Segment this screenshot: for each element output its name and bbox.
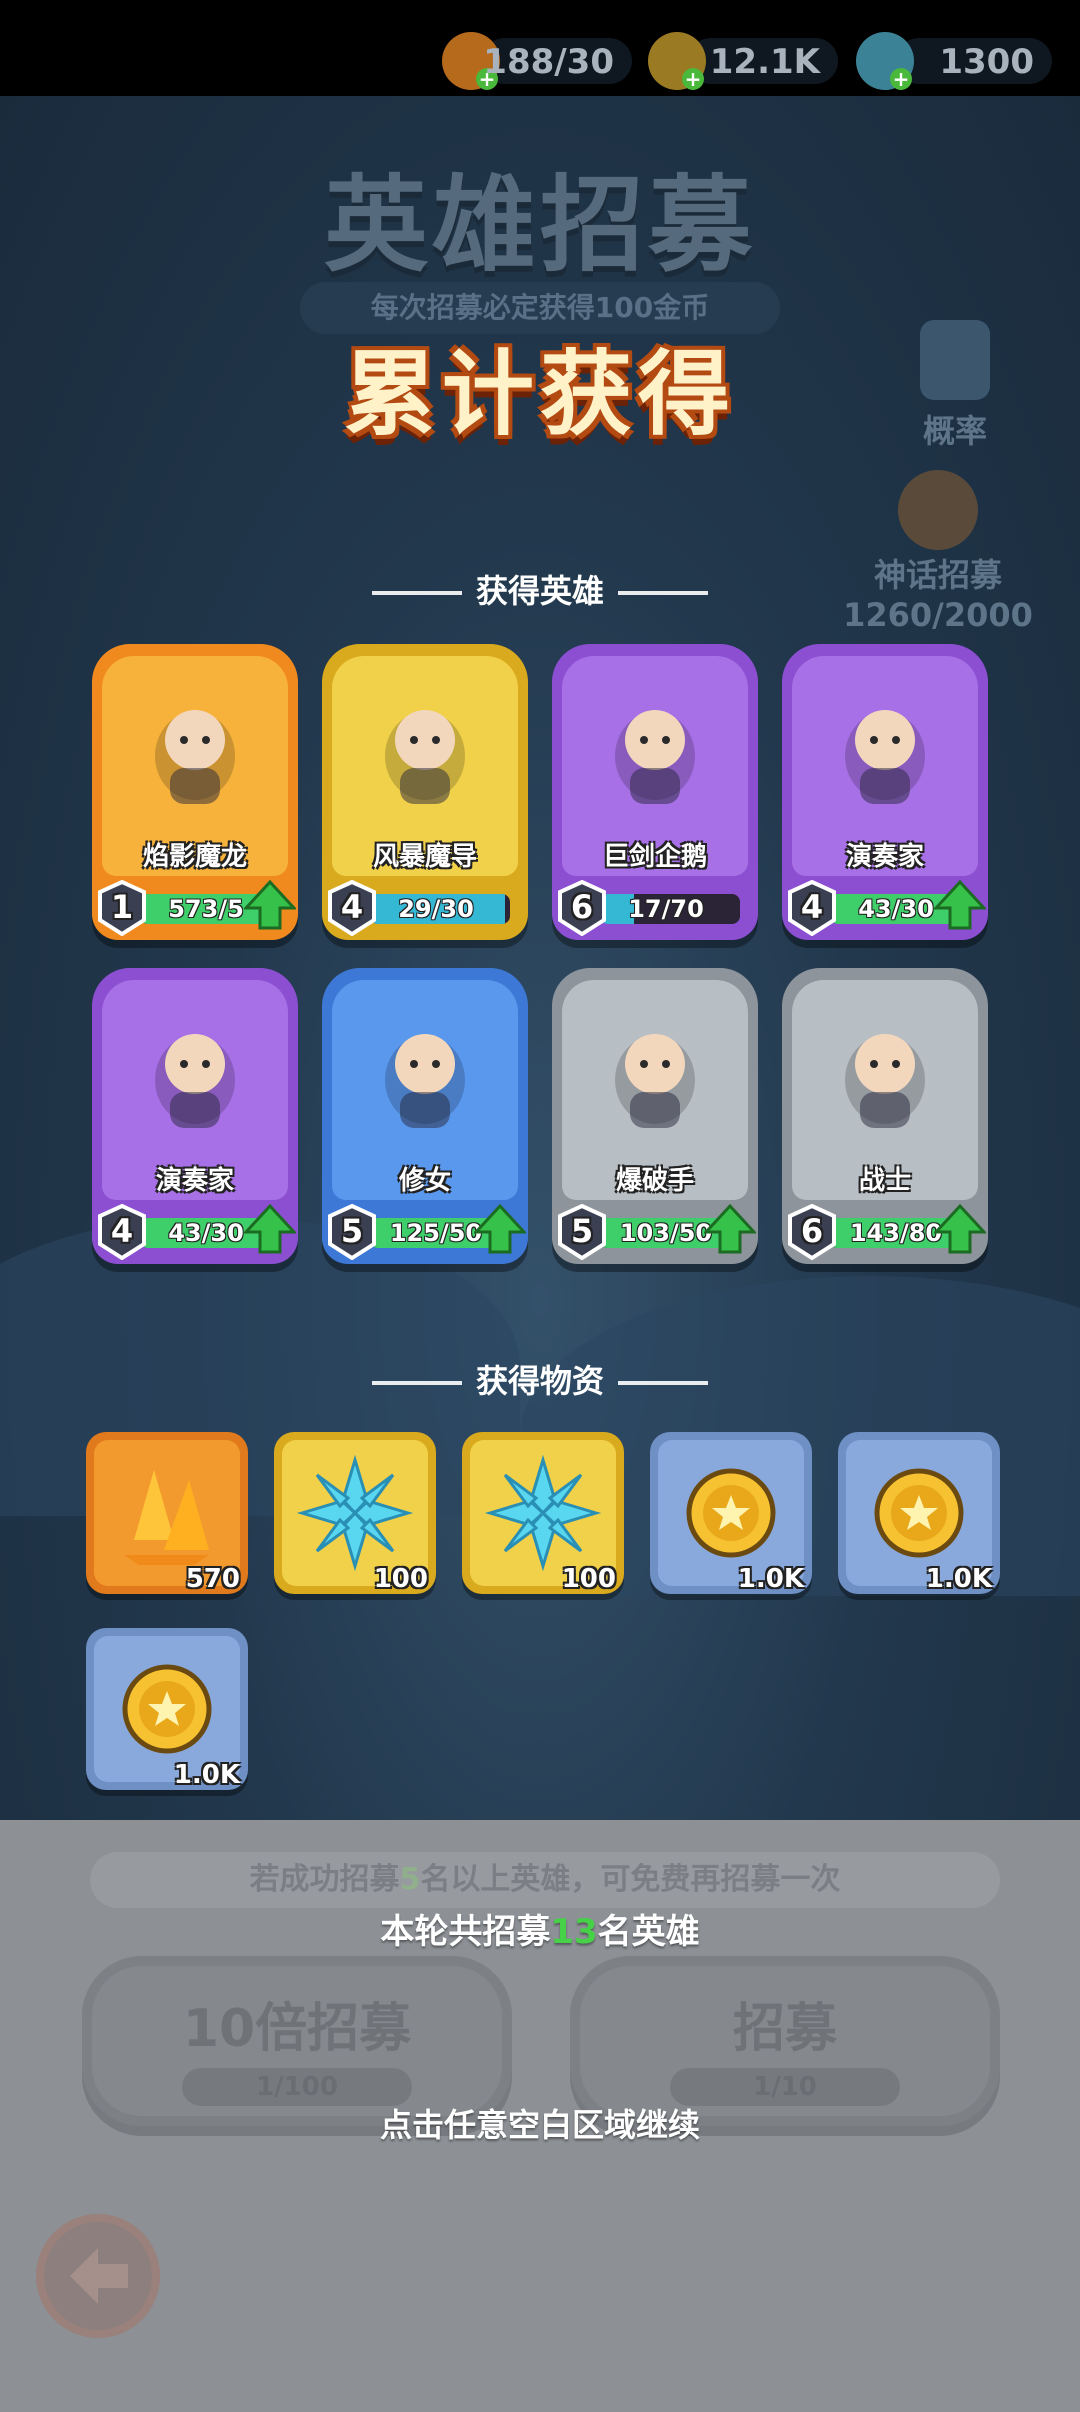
upgrade-arrow-icon: [934, 880, 986, 930]
hero-portrait-icon: [385, 1034, 465, 1128]
upgrade-arrow-icon: [244, 880, 296, 930]
add-icon[interactable]: +: [890, 68, 912, 90]
hero-name: 焰影魔龙: [142, 842, 247, 872]
divider: [618, 591, 708, 595]
hero-name: 修女: [398, 1166, 451, 1196]
reward-item[interactable]: 100: [462, 1432, 624, 1594]
hero-level: 4: [800, 888, 824, 926]
hero-level-badge: 1: [96, 879, 148, 937]
free-recruit-hint: 若成功招募5名以上英雄，可免费再招募一次: [90, 1852, 1000, 1908]
hero-card[interactable]: 爆破手 103/50 5: [552, 968, 758, 1264]
upgrade-arrow-icon: [704, 1204, 756, 1254]
add-icon[interactable]: +: [682, 68, 704, 90]
back-button[interactable]: [36, 2214, 160, 2338]
upgrade-arrow-icon: [934, 1204, 986, 1254]
hero-level: 5: [340, 1212, 364, 1250]
hero-portrait-icon: [615, 1034, 695, 1128]
hero-name: 爆破手: [615, 1166, 694, 1196]
items-section-label: 获得物资: [475, 1362, 604, 1400]
hero-level: 4: [110, 1212, 134, 1250]
upgrade-arrow-icon: [244, 1204, 296, 1254]
hero-name: 演奏家: [155, 1166, 234, 1196]
gold-value: 12.1K: [709, 42, 820, 82]
hero-name: 巨剑企鹅: [602, 842, 707, 872]
hero-level: 4: [340, 888, 364, 926]
hero-name: 演奏家: [845, 842, 924, 872]
items-section-header: 获得物资: [0, 1356, 1080, 1402]
divider: [371, 1381, 462, 1385]
divider: [618, 1381, 708, 1385]
reward-item[interactable]: 1.0K: [86, 1628, 248, 1790]
hero-level-badge: 6: [786, 1203, 838, 1261]
hero-card[interactable]: 战士 143/80 6: [782, 968, 988, 1264]
hero-level-badge: 5: [326, 1203, 378, 1261]
hero-level-badge: 4: [786, 879, 838, 937]
item-quantity: 1.0K: [737, 1564, 804, 1594]
hero-card[interactable]: 巨剑企鹅 17/70 6: [552, 644, 758, 940]
item-quantity: 1.0K: [925, 1564, 992, 1594]
resource-gold[interactable]: + 12.1K: [648, 32, 838, 90]
recruit-title: 英雄招募: [323, 164, 756, 286]
hero-shard-progress: 17/70: [628, 895, 704, 923]
ten-recruit-label: 10倍招募: [182, 1999, 412, 2059]
item-quantity: 570: [185, 1564, 240, 1594]
item-quantity: 100: [561, 1564, 616, 1594]
item-quantity: 100: [373, 1564, 428, 1594]
hero-portrait-icon: [615, 710, 695, 804]
reward-item[interactable]: 100: [274, 1432, 436, 1594]
hero-card[interactable]: 风暴魔导 29/30 4: [322, 644, 528, 940]
hero-level-badge: 6: [556, 879, 608, 937]
upgrade-arrow-icon: [474, 1204, 526, 1254]
back-arrow-icon: [70, 2248, 128, 2304]
hero-portrait-icon: [155, 710, 235, 804]
heroes-section-header: 获得英雄: [0, 566, 1080, 612]
crystal-value: 1300: [939, 42, 1034, 82]
hero-name: 风暴魔导: [372, 842, 477, 872]
hero-card[interactable]: 修女 125/50 5: [322, 968, 528, 1264]
hero-level: 6: [800, 1212, 824, 1250]
item-quantity: 1.0K: [173, 1760, 240, 1790]
recruit-label: 招募: [732, 1999, 837, 2059]
hero-level-badge: 4: [326, 879, 378, 937]
resource-crystal[interactable]: + 1300: [856, 32, 1052, 90]
hero-portrait-icon: [385, 710, 465, 804]
hero-shard-progress: 29/30: [398, 895, 474, 923]
stamina-value: 188/30: [483, 42, 614, 82]
popup-title: 累计获得: [343, 341, 736, 448]
shield-badge-icon: [898, 470, 978, 550]
hero-level: 6: [570, 888, 594, 926]
hero-level: 5: [570, 1212, 594, 1250]
divider: [371, 591, 462, 595]
resource-stamina[interactable]: + 188/30: [442, 32, 632, 90]
hero-level: 1: [110, 888, 134, 926]
hero-card[interactable]: 演奏家 43/30 4: [92, 968, 298, 1264]
hero-level-badge: 4: [96, 1203, 148, 1261]
hero-portrait-icon: [155, 1034, 235, 1128]
reward-item[interactable]: 570: [86, 1432, 248, 1594]
hero-card[interactable]: 演奏家 43/30 4: [782, 644, 988, 940]
hero-card[interactable]: 焰影魔龙 573/5 1: [92, 644, 298, 940]
reward-item[interactable]: 1.0K: [650, 1432, 812, 1594]
recruit-summary: 本轮共招募13名英雄: [380, 1912, 700, 1952]
reward-item[interactable]: 1.0K: [838, 1432, 1000, 1594]
hero-name: 战士: [858, 1166, 911, 1196]
heroes-section-label: 获得英雄: [475, 572, 604, 610]
hero-level-badge: 5: [556, 1203, 608, 1261]
hero-portrait-icon: [845, 1034, 925, 1128]
hero-portrait-icon: [845, 710, 925, 804]
continue-hint[interactable]: 点击任意空白区域继续: [0, 2100, 1080, 2146]
